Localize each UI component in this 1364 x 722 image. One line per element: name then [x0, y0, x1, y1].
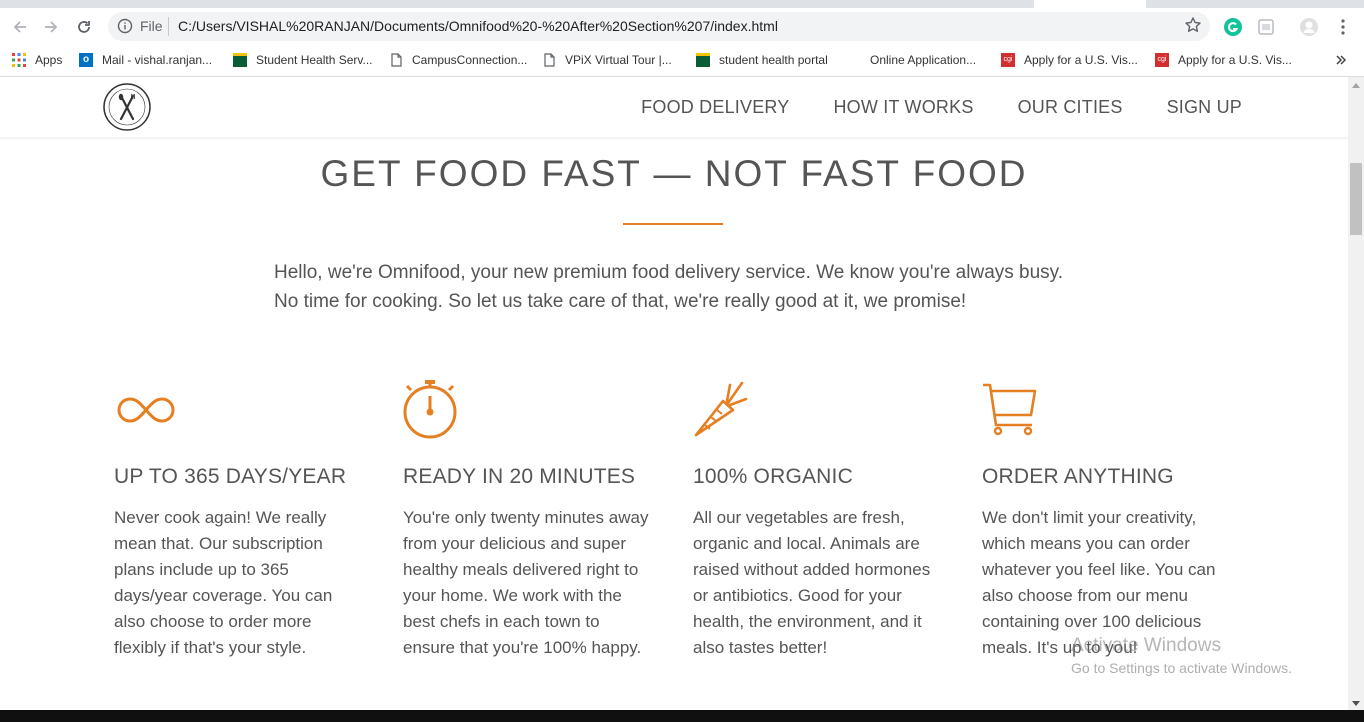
nav-how-it-works[interactable]: HOW IT WORKS — [833, 97, 973, 118]
feature-text: All our vegetables are fresh, organic an… — [693, 508, 931, 657]
feature-box: READY IN 20 MINUTES You're only twenty m… — [403, 379, 653, 661]
apps-grid-icon — [12, 53, 26, 67]
menu-kebab-icon[interactable] — [1333, 17, 1353, 37]
page-icon — [542, 53, 556, 67]
nav-food-delivery[interactable]: FOOD DELIVERY — [641, 97, 789, 118]
bookmark-visa-1[interactable]: cgi Apply for a U.S. Vis... — [1001, 51, 1138, 69]
bookmark-label: Apply for a U.S. Vis... — [1024, 53, 1138, 67]
ndsu-icon — [233, 53, 247, 67]
scrollbar-thumb[interactable] — [1350, 163, 1362, 235]
feature-box: ORDER ANYTHING We don't limit your creat… — [982, 379, 1232, 661]
info-icon[interactable] — [117, 18, 133, 39]
bookmarks-overflow-button[interactable] — [1335, 51, 1347, 69]
bookmark-label: Online Application... — [870, 53, 977, 67]
browser-toolbar: File C:/Users/VISHAL%20RANJAN/Documents/… — [0, 8, 1364, 45]
main-nav: FOOD DELIVERY HOW IT WORKS OUR CITIES SI… — [641, 97, 1242, 118]
feature-title: READY IN 20 MINUTES — [403, 465, 636, 488]
scroll-down-arrow-icon[interactable] — [1352, 701, 1360, 706]
bookmark-label: Apps — [35, 53, 63, 67]
cgi-icon: cgi — [1001, 53, 1015, 67]
grammarly-extension-icon[interactable] — [1223, 17, 1243, 37]
headline-divider — [623, 223, 723, 225]
cart-icon — [982, 379, 1232, 441]
bookmark-mail[interactable]: o Mail - vishal.ranjan... — [79, 51, 212, 69]
reload-button[interactable] — [74, 17, 94, 37]
bookmarks-bar: Apps o Mail - vishal.ranjan... Student H… — [0, 45, 1364, 77]
bookmark-apps[interactable]: Apps — [12, 51, 62, 69]
stopwatch-icon — [403, 379, 653, 441]
bookmark-online-application[interactable]: Online Application... — [870, 51, 976, 69]
bookmark-vpix[interactable]: VPiX Virtual Tour |... — [542, 51, 672, 69]
profile-avatar-icon[interactable] — [1299, 17, 1319, 37]
windows-taskbar — [0, 710, 1364, 722]
bookmark-visa-2[interactable]: cgi Apply for a U.S. Vis... — [1155, 51, 1292, 69]
section-headline: GET FOOD FAST — NOT FAST FOOD — [320, 153, 1028, 194]
active-tab[interactable] — [1034, 0, 1146, 8]
scheme-label: File — [140, 18, 163, 34]
feature-box: UP TO 365 DAYS/YEAR Never cook again! We… — [114, 379, 364, 661]
bookmark-label: CampusConnection... — [412, 53, 528, 67]
page-viewport: FOOD DELIVERY HOW IT WORKS OUR CITIES SI… — [0, 77, 1348, 710]
infinity-icon — [114, 379, 364, 441]
scroll-up-arrow-icon[interactable] — [1352, 83, 1360, 88]
bookmark-health-portal[interactable]: student health portal — [696, 51, 828, 69]
carrot-icon — [693, 379, 943, 441]
page-scrollbar[interactable] — [1348, 77, 1364, 710]
bookmark-label: Student Health Serv... — [256, 53, 373, 67]
back-arrow-icon — [13, 21, 26, 33]
ndsu-icon — [696, 53, 710, 67]
double-chevron-icon — [1336, 55, 1347, 65]
activate-windows-title: Activate Windows — [1071, 635, 1221, 656]
back-button[interactable] — [10, 17, 30, 37]
bookmark-star-icon[interactable] — [1184, 16, 1202, 39]
nav-sign-up[interactable]: SIGN UP — [1167, 97, 1242, 118]
omnibox-divider — [168, 17, 169, 36]
feature-title: ORDER ANYTHING — [982, 465, 1174, 488]
bookmark-label: VPiX Virtual Tour |... — [565, 53, 672, 67]
reload-icon — [78, 21, 90, 33]
outlook-icon: o — [79, 53, 93, 67]
cgi-icon: cgi — [1155, 53, 1169, 67]
tab-strip — [0, 0, 1364, 8]
page-icon — [389, 53, 403, 67]
site-header: FOOD DELIVERY HOW IT WORKS OUR CITIES SI… — [0, 77, 1348, 137]
nav-our-cities[interactable]: OUR CITIES — [1018, 97, 1123, 118]
intro-line-2: No time for cooking. So let us take care… — [274, 291, 967, 312]
forward-button[interactable] — [41, 17, 61, 37]
intro-line-1: Hello, we're Omnifood, your new premium … — [274, 262, 1064, 283]
feature-text: Never cook again! We really mean that. O… — [114, 508, 333, 657]
bookmark-student-health[interactable]: Student Health Serv... — [233, 51, 373, 69]
bookmark-label: Apply for a U.S. Vis... — [1178, 53, 1292, 67]
forward-arrow-icon — [45, 21, 58, 33]
feature-title: 100% ORGANIC — [693, 465, 853, 488]
address-bar[interactable]: File C:/Users/VISHAL%20RANJAN/Documents/… — [108, 12, 1210, 41]
feature-box: 100% ORGANIC All our vegetables are fres… — [693, 379, 943, 661]
intro-paragraph: Hello, we're Omnifood, your new premium … — [274, 258, 1094, 316]
bookmark-label: student health portal — [719, 53, 828, 67]
extension-icon[interactable] — [1256, 17, 1276, 37]
feature-title: UP TO 365 DAYS/YEAR — [114, 465, 347, 488]
bookmark-campusconnection[interactable]: CampusConnection... — [389, 51, 527, 69]
url-text[interactable]: C:/Users/VISHAL%20RANJAN/Documents/Omnif… — [178, 18, 778, 34]
bookmark-label: Mail - vishal.ranjan... — [102, 53, 213, 67]
activate-windows-hint: Go to Settings to activate Windows. — [1071, 660, 1292, 676]
feature-text: You're only twenty minutes away from you… — [403, 508, 649, 657]
omnifood-logo[interactable] — [103, 83, 151, 131]
